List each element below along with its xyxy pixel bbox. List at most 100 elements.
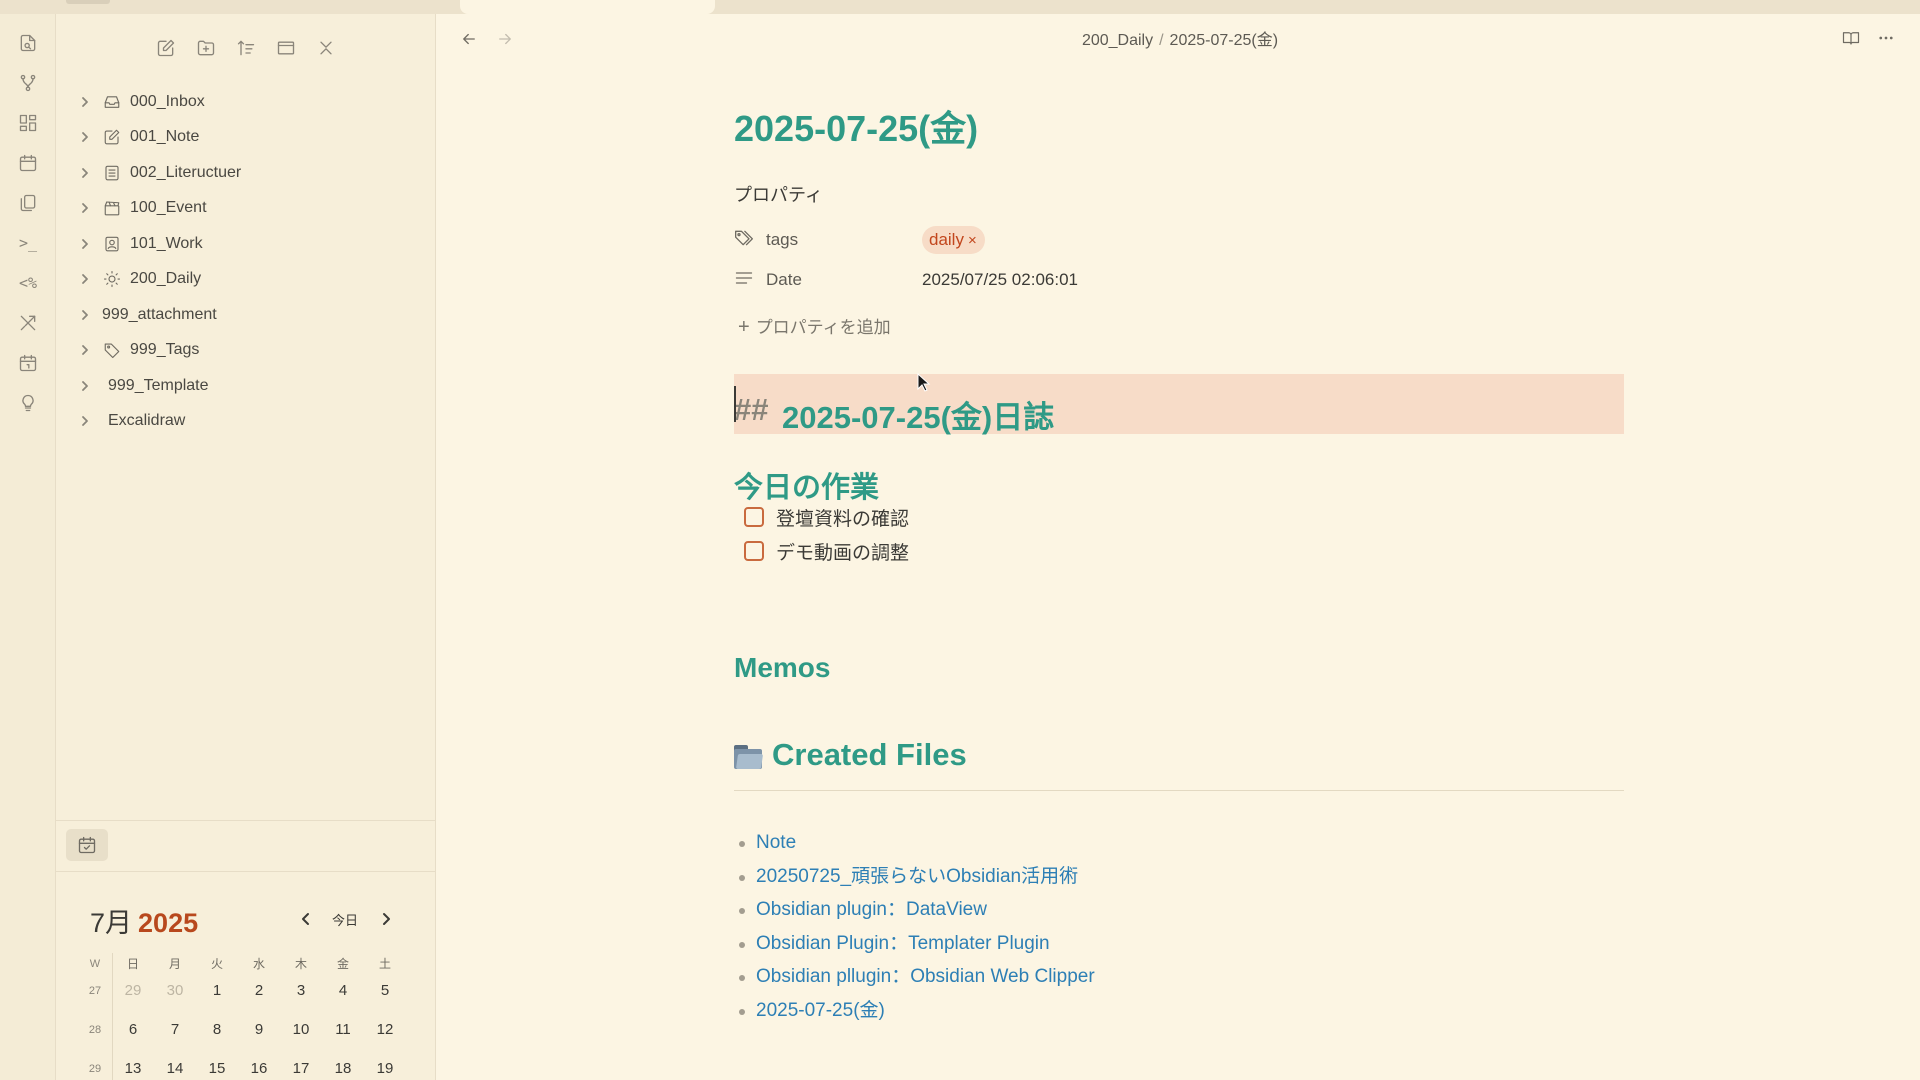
chevron-right-icon[interactable] (78, 414, 92, 428)
tag-remove-icon[interactable]: × (968, 232, 977, 249)
canvas-icon[interactable] (15, 110, 41, 136)
weekday-header: 金 (336, 957, 349, 971)
tab-active[interactable] (460, 0, 715, 14)
excalidraw-icon[interactable] (15, 310, 41, 336)
tag-pill[interactable]: daily × (922, 226, 985, 254)
file-link[interactable]: Obsidian plugin：DataView (739, 897, 1095, 931)
lightbulb-icon[interactable] (15, 390, 41, 416)
sun-icon (102, 269, 122, 289)
tree-item-tags[interactable]: 999_Tags (56, 333, 436, 369)
calendar-day[interactable]: 15 (196, 1053, 238, 1080)
calendar-day[interactable]: 13 (112, 1053, 154, 1080)
calendar-day[interactable]: 4 (322, 975, 364, 1014)
tree-item-event[interactable]: 100_Event (56, 191, 436, 227)
properties-label[interactable]: プロパティ (734, 181, 823, 207)
task-checkbox[interactable] (744, 541, 764, 561)
tree-item-label: 999_Tags (130, 341, 200, 359)
tree-item-daily[interactable]: 200_Daily (56, 262, 436, 298)
calendar-icon[interactable] (15, 350, 41, 376)
add-property-button[interactable]: + プロパティを追加 (738, 313, 891, 339)
calendar-day[interactable]: 30 (154, 975, 196, 1014)
text-cursor (734, 386, 736, 422)
task-label[interactable]: デモ動画の調整 (776, 538, 909, 565)
tree-item-inbox[interactable]: 000_Inbox (56, 84, 436, 120)
calendar-tab-button[interactable] (66, 829, 108, 861)
calendar-day[interactable]: 7 (154, 1014, 196, 1053)
task-checkbox[interactable] (744, 507, 764, 527)
calendar-day[interactable]: 8 (196, 1014, 238, 1053)
calendar-day[interactable]: 19 (364, 1053, 406, 1080)
file-link[interactable]: Obsidian Plugin：Templater Plugin (739, 931, 1095, 965)
more-options-icon[interactable] (1874, 26, 1898, 50)
week-number[interactable]: 28 (78, 1014, 112, 1053)
calendar-day[interactable]: 16 (238, 1053, 280, 1080)
weekday-header: W (89, 958, 101, 970)
chevron-right-icon[interactable] (78, 201, 92, 215)
calendar-next-button[interactable] (376, 907, 396, 931)
tag-value: daily (929, 230, 964, 249)
weekday-header: 火 (210, 957, 223, 971)
weekday-header: 水 (252, 957, 265, 971)
reading-view-icon[interactable] (1839, 26, 1863, 50)
templater-icon[interactable]: <% (15, 270, 41, 296)
tree-item-attachment[interactable]: 999_attachment (56, 297, 436, 333)
breadcrumb-folder[interactable]: 200_Daily (1082, 32, 1153, 49)
chevron-right-icon[interactable] (78, 308, 92, 322)
property-name[interactable]: tags (766, 230, 798, 250)
chevron-right-icon[interactable] (78, 343, 92, 357)
memos-heading[interactable]: Memos (734, 652, 830, 684)
property-value[interactable]: 2025/07/25 02:06:01 (922, 270, 1078, 290)
calendar-day[interactable]: 6 (112, 1014, 154, 1053)
file-link[interactable]: Obsidian pllugin：Obsidian Web Clipper (739, 964, 1095, 998)
graph-view-icon[interactable] (15, 70, 41, 96)
calendar-day[interactable]: 3 (280, 975, 322, 1014)
calendar-today-button[interactable]: 今日 (332, 910, 358, 929)
tasks-heading[interactable]: 今日の作業 (734, 464, 879, 506)
note-title[interactable]: 2025-07-25(金) (734, 100, 978, 152)
tree-item-note[interactable]: 001_Note (56, 120, 436, 156)
calendar-week-row: 27 29 30 1 2 3 4 5 (78, 975, 418, 1014)
file-link[interactable]: Note (739, 830, 1095, 864)
calendar-day[interactable]: 2 (238, 975, 280, 1014)
breadcrumb-file[interactable]: 2025-07-25(金) (1170, 32, 1279, 49)
plus-icon: + (738, 316, 750, 338)
tree-item-work[interactable]: 101_Work (56, 226, 436, 262)
tree-item-label: Excalidraw (108, 412, 186, 430)
daily-note-icon[interactable] (15, 150, 41, 176)
task-label[interactable]: 登壇資料の確認 (776, 504, 909, 531)
calendar-month-title: 7月 2025 (90, 901, 198, 940)
chevron-right-icon[interactable] (78, 379, 92, 393)
templates-icon[interactable] (15, 190, 41, 216)
calendar-day[interactable]: 12 (364, 1014, 406, 1053)
calendar-day[interactable]: 29 (112, 975, 154, 1014)
calendar-day[interactable]: 9 (238, 1014, 280, 1053)
calendar-day[interactable]: 14 (154, 1053, 196, 1080)
file-link[interactable]: 2025-07-25(金) (739, 998, 1095, 1032)
command-palette-icon[interactable]: >_ (15, 230, 41, 256)
chevron-right-icon[interactable] (78, 237, 92, 251)
tree-item-liteructuer[interactable]: 002_Liteructuer (56, 155, 436, 191)
tab-left[interactable] (66, 0, 110, 4)
tree-item-label: 101_Work (130, 234, 203, 252)
week-number[interactable]: 29 (78, 1053, 112, 1080)
chevron-right-icon[interactable] (78, 166, 92, 180)
calendar-day[interactable]: 11 (322, 1014, 364, 1053)
file-link[interactable]: 20250725_頑張らないObsidian活用術 (739, 864, 1095, 898)
tree-item-excalidraw[interactable]: Excalidraw (56, 404, 436, 440)
calendar-day[interactable]: 1 (196, 975, 238, 1014)
property-tags: tags daily × (734, 224, 1434, 254)
chevron-right-icon[interactable] (78, 130, 92, 144)
edit-icon (102, 127, 122, 147)
created-files-heading[interactable]: Created Files (734, 737, 967, 773)
active-heading-line[interactable]: ## 2025-07-25(金)日誌 (734, 374, 1624, 435)
calendar-day[interactable]: 17 (280, 1053, 322, 1080)
calendar-day[interactable]: 18 (322, 1053, 364, 1080)
calendar-day[interactable]: 5 (364, 975, 406, 1014)
calendar-day[interactable]: 10 (280, 1014, 322, 1053)
calendar-prev-button[interactable] (296, 907, 316, 931)
property-name[interactable]: Date (766, 270, 802, 290)
tree-item-template[interactable]: 999_Template (56, 368, 436, 404)
week-number[interactable]: 27 (78, 975, 112, 1014)
chevron-right-icon[interactable] (78, 272, 92, 286)
chevron-right-icon[interactable] (78, 95, 92, 109)
